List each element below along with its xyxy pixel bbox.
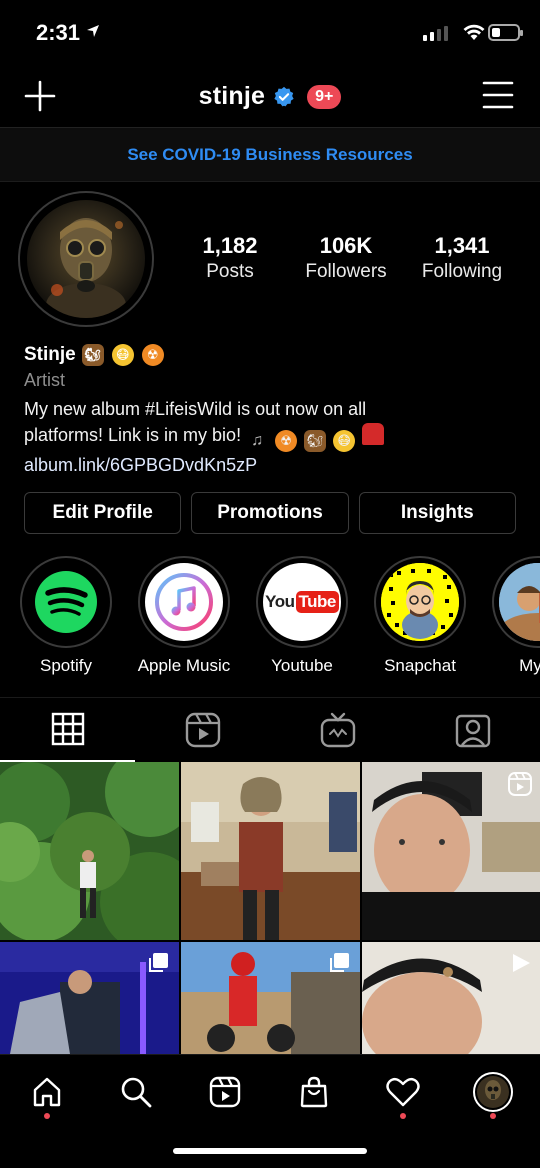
header-username: stinje	[198, 82, 266, 110]
mask-face-emoji-icon: 😷	[333, 430, 356, 452]
covid-resources-banner[interactable]: See COVID-19 Business Resources	[0, 128, 540, 182]
covid-banner-text: See COVID-19 Business Resources	[127, 144, 413, 164]
snapchat-bitmoji-icon	[381, 563, 459, 641]
highlight-label: Apple Music	[137, 656, 231, 675]
status-bar: 2:31	[0, 0, 540, 66]
squirrel-emoji-icon: 🐿	[81, 344, 104, 366]
highlight-apple-music[interactable]: Apple Music	[125, 556, 243, 676]
nav-home[interactable]	[17, 1067, 77, 1119]
squirrel-emoji-icon: 🐿	[304, 430, 327, 452]
activity-notification-dot	[400, 1113, 406, 1119]
home-icon	[33, 1077, 61, 1107]
posts-stat[interactable]: 1,182 Posts	[172, 233, 288, 283]
post-thumbnail[interactable]	[0, 762, 179, 940]
bio-line-1: My new album #LifeisWild is out now on a…	[24, 399, 367, 419]
grid-icon	[51, 712, 84, 746]
battery-icon	[488, 24, 523, 41]
apple-music-logo-icon	[155, 573, 213, 631]
reel-indicator-icon	[508, 772, 532, 796]
highlight-label: Spotify	[40, 656, 92, 675]
notification-badge: 9+	[307, 84, 342, 109]
highlight-label: My A	[519, 656, 540, 675]
tab-grid[interactable]	[0, 698, 135, 762]
location-arrow-icon	[87, 25, 99, 37]
nav-reels[interactable]	[195, 1067, 255, 1117]
profile-notification-dot	[490, 1113, 496, 1119]
following-count: 1,341	[434, 233, 490, 258]
profile-stats: 1,182 Posts 106K Followers 1,341 Followi…	[172, 233, 522, 283]
carousel-indicator-icon	[330, 953, 349, 972]
posts-label: Posts	[206, 261, 254, 282]
highlight-spotify[interactable]: Spotify	[7, 556, 125, 676]
post-thumbnail[interactable]	[0, 942, 179, 1054]
cellular-signal-icon	[423, 26, 448, 41]
verified-badge-icon	[274, 86, 294, 106]
profile-avatar-icon	[473, 1072, 513, 1112]
following-label: Following	[421, 261, 503, 282]
nav-activity[interactable]	[373, 1067, 433, 1119]
post-thumbnail[interactable]	[181, 762, 360, 940]
profile-action-buttons: Edit Profile Promotions Insights	[24, 492, 516, 534]
tab-igtv[interactable]	[270, 698, 405, 762]
insights-button[interactable]: Insights	[358, 492, 516, 534]
mask-face-emoji-icon: 😷	[111, 344, 134, 366]
highlight-label: Youtube	[271, 656, 333, 675]
musical-notes-emoji-icon: ♫	[251, 432, 264, 449]
reels-icon	[185, 712, 220, 748]
youtube-logo-icon: You Tube	[265, 591, 339, 613]
spotify-logo-icon	[35, 571, 97, 633]
tab-tagged[interactable]	[405, 698, 540, 762]
wifi-icon	[463, 24, 485, 40]
bio-line-2: platforms! Link is in my bio!	[24, 425, 242, 445]
post-thumbnail[interactable]	[362, 942, 540, 1054]
profile-content-tabs	[0, 697, 540, 762]
radioactive-emoji-icon: ☢	[141, 344, 164, 366]
followers-label: Followers	[305, 261, 387, 282]
youtube-logo-tube: Tube	[295, 591, 339, 613]
avatar-image	[27, 200, 145, 318]
highlight-snapchat[interactable]: Snapchat	[361, 556, 479, 676]
status-time: 2:31	[36, 20, 81, 45]
carousel-indicator-icon	[149, 953, 168, 972]
radioactive-emoji-icon: ☢	[275, 430, 298, 452]
tagged-person-icon	[455, 714, 490, 748]
profile-header: stinje 9+	[0, 66, 540, 128]
profile-bio: Stinje 🐿 😷 ☢ Artist My new album #Lifeis…	[24, 342, 524, 478]
tab-reels[interactable]	[135, 698, 270, 762]
youtube-logo-you: You	[265, 592, 295, 611]
followers-count: 106K	[319, 233, 373, 258]
account-switcher[interactable]: stinje 9+	[0, 82, 540, 111]
hamburger-menu-icon[interactable]	[482, 80, 514, 110]
nav-shop[interactable]	[284, 1067, 344, 1117]
reels-icon	[209, 1076, 241, 1108]
followers-stat[interactable]: 106K Followers	[288, 233, 404, 283]
igtv-icon	[320, 712, 355, 748]
highlight-youtube[interactable]: You Tube Youtube	[243, 556, 361, 676]
bio-line-2-container: platforms! Link is in my bio! ♫ ☢ 🐿 😷	[24, 422, 524, 452]
highlight-label: Snapchat	[384, 656, 456, 675]
profile-avatar[interactable]	[18, 191, 154, 327]
shopping-bag-icon	[300, 1076, 328, 1108]
search-icon	[121, 1077, 152, 1108]
home-notification-dot	[44, 1113, 50, 1119]
album-art-thumbnail	[499, 563, 540, 641]
post-thumbnail[interactable]	[181, 942, 360, 1054]
posts-count: 1,182	[202, 233, 258, 258]
bio-link[interactable]: album.link/6GPBGDvdKn5zP	[24, 452, 524, 478]
home-indicator	[173, 1148, 367, 1154]
following-stat[interactable]: 1,341 Following	[404, 233, 520, 283]
nav-profile[interactable]	[463, 1067, 523, 1119]
posts-grid	[0, 762, 540, 1054]
post-thumbnail[interactable]	[362, 762, 540, 940]
promotions-button[interactable]: Promotions	[191, 492, 349, 534]
nav-search[interactable]	[106, 1067, 166, 1117]
heart-icon	[386, 1077, 420, 1107]
siren-emoji-icon	[362, 423, 385, 445]
story-highlights: Spotify Apple Music You Tube Youtube Sna…	[0, 556, 540, 686]
edit-profile-button[interactable]: Edit Profile	[24, 492, 182, 534]
highlight-my-a[interactable]: My A	[479, 556, 540, 676]
display-name: Stinje	[24, 344, 76, 365]
video-play-indicator-icon	[513, 954, 530, 972]
profile-category: Artist	[24, 370, 66, 390]
